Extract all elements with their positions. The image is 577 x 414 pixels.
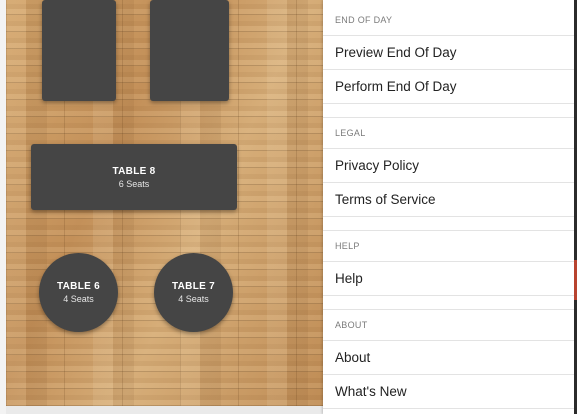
table-seats: 6 Seats [118, 178, 150, 189]
settings-menu-panel: END OF DAY Preview End Of Day Perform En… [323, 0, 574, 414]
section-header-help: HELP [323, 231, 574, 262]
section-header-about: ABOUT [323, 310, 574, 341]
table-seats: 4 Seats [63, 294, 94, 304]
table-top-left[interactable] [42, 0, 116, 101]
table-7[interactable]: TABLE 7 4 Seats [154, 253, 233, 332]
menu-item-privacy-policy[interactable]: Privacy Policy [323, 149, 574, 183]
table-name: TABLE 8 [112, 165, 156, 177]
menu-item-whats-new[interactable]: What's New [323, 375, 574, 409]
table-6[interactable]: TABLE 6 4 Seats [39, 253, 118, 332]
menu-item-terms-of-service[interactable]: Terms of Service [323, 183, 574, 217]
menu-item-preview-end-of-day[interactable]: Preview End Of Day [323, 36, 574, 70]
section-gap [323, 104, 574, 118]
table-top-right[interactable] [150, 0, 229, 101]
table-8[interactable]: TABLE 8 6 Seats [31, 144, 237, 210]
floor-plan: TABLE 8 6 Seats TABLE 6 4 Seats TABLE 7 … [6, 0, 323, 406]
table-name: TABLE 7 [171, 281, 216, 292]
menu-item-about[interactable]: About [323, 341, 574, 375]
floor-bottom-strip [6, 406, 323, 414]
table-seats: 4 Seats [178, 294, 209, 304]
menu-item-perform-end-of-day[interactable]: Perform End Of Day [323, 70, 574, 104]
table-name: TABLE 6 [56, 281, 101, 292]
menu-item-help[interactable]: Help [323, 262, 574, 296]
section-header-end-of-day: END OF DAY [323, 4, 574, 36]
section-header-legal: LEGAL [323, 118, 574, 149]
section-gap [323, 217, 574, 231]
section-gap [323, 296, 574, 310]
